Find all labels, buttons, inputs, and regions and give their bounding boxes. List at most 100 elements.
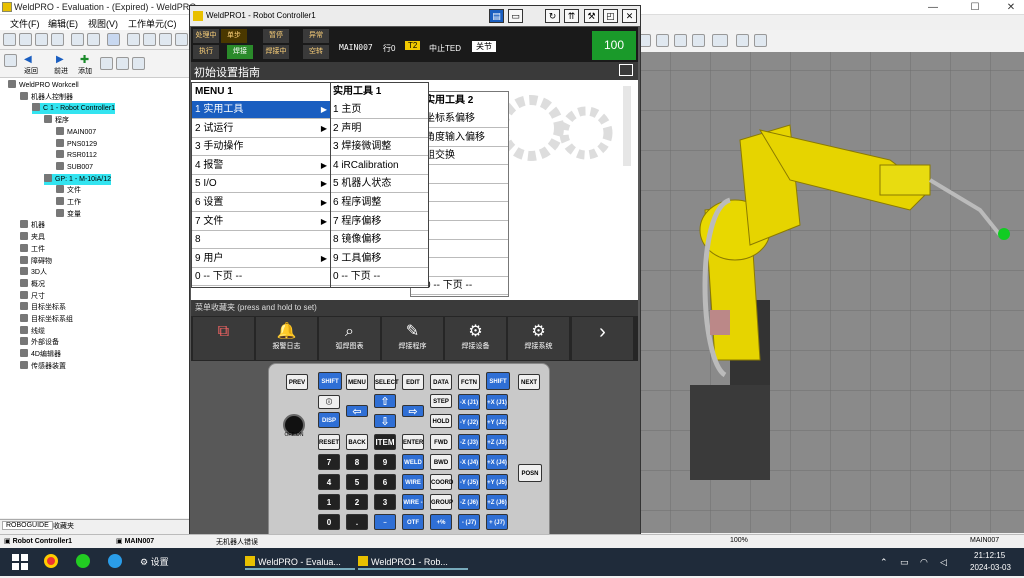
menu-view[interactable]: 视图(V) [88,17,118,30]
key-jog-plus[interactable]: +X (J1) [486,394,508,410]
light-icon[interactable] [127,33,140,46]
tray-up-icon[interactable]: ⌃ [880,554,888,570]
key-posn-side[interactable]: POSN [518,464,542,482]
menu-item[interactable]: 3 手动操作 [192,138,330,157]
key-data[interactable]: DATA [430,374,452,390]
undo-icon[interactable] [71,33,84,46]
key-hold[interactable]: HOLD [430,414,452,428]
tab-roboguide[interactable]: ROBOGUIDE [2,521,53,530]
tree-item[interactable]: GP: 1 - M-10iA/12 [44,173,112,185]
tree-item[interactable]: 概况 [20,278,45,290]
tree-item[interactable]: C 1 - Robot Controller1 [32,103,115,115]
minimize-icon[interactable]: — [920,0,946,15]
override-value[interactable]: 100 [592,31,636,60]
split-screen-icon[interactable] [619,64,633,76]
menu-item[interactable]: 0 -- 下页 -- [192,268,330,287]
app-green-icon[interactable] [76,554,90,568]
info-icon[interactable] [754,34,767,47]
tree-item[interactable]: 外部设备 [20,337,59,348]
menu-item[interactable]: 0 -- 下页 -- [330,268,428,287]
menu-edit[interactable]: 编辑(E) [48,17,78,30]
pendant-wrench-icon[interactable]: ⚒ [584,9,599,23]
zoom-icon[interactable] [143,33,156,46]
key-digit[interactable]: 6 [374,474,396,490]
windows-start-icon[interactable] [12,554,28,570]
help-icon[interactable] [132,57,145,70]
key-arrow-up[interactable]: ⇧ [374,394,396,408]
tray-volume-icon[interactable]: ◁ [940,554,947,570]
key-digit[interactable]: 1 [318,494,340,510]
menu-item[interactable]: 9 工具偏移 [330,249,428,268]
menu-item[interactable]: 5 I/O ▶ [192,175,330,194]
list-icon[interactable] [100,57,113,70]
open-icon[interactable] [19,33,32,46]
pendant-close-icon[interactable]: ✕ [622,9,637,23]
key-digit[interactable]: 7 [318,454,340,470]
redo-icon[interactable] [87,33,100,46]
fk-alarm-log[interactable]: 🔔 报警日志 [256,317,317,360]
key-next[interactable]: NEXT [518,374,540,390]
taskbar-settings[interactable]: ⚙ 设置 [140,554,169,570]
key-digit[interactable]: . [346,514,368,530]
key-jog-minus[interactable]: -Z (J6) [458,494,480,510]
key-shift-right[interactable]: SHIFT [486,372,510,390]
body-scrollbar[interactable] [623,86,631,166]
fk-weld-equipment[interactable]: ⚙ 焊接设备 [445,317,506,360]
taskbar-pendant[interactable]: WeldPRO1 - Rob... [358,554,468,570]
key-digit[interactable]: 9 [374,454,396,470]
back-button[interactable]: 返回 [24,66,38,76]
key-jog-plus[interactable]: +X (J4) [486,454,508,470]
key-select[interactable]: SELECT [374,374,399,390]
online-icon[interactable] [712,34,728,47]
key-digit[interactable]: 5 [346,474,368,490]
tab-favorites[interactable]: 收藏夹 [50,521,77,531]
menu-item[interactable]: 1 实用工具 ▶ [192,101,330,119]
settings-icon[interactable] [736,34,749,47]
pendant-pin-icon[interactable]: ⇈ [564,9,579,23]
menu-cell[interactable]: 工作单元(C) [128,17,177,30]
key-digit[interactable]: 4 [318,474,340,490]
pendant-lock-icon[interactable]: ◰ [603,9,618,23]
key-enter[interactable]: ENTER [402,434,424,450]
back-arrow-icon[interactable]: ◀ [24,54,32,65]
key-digit[interactable]: 2 [346,494,368,510]
save-icon[interactable] [51,33,64,46]
key-otf[interactable]: OTF [402,514,424,530]
key-info[interactable]: ⓘ [318,395,340,409]
menu-item[interactable]: 6 设置 ▶ [192,194,330,212]
tray-network-icon[interactable]: ▭ [900,554,909,570]
tree-item[interactable]: 机器 [20,220,45,231]
forward-button[interactable]: 前进 [54,66,68,76]
maximize-icon[interactable]: ☐ [962,0,988,15]
tree-item[interactable]: 变量 [56,208,81,220]
tree-item[interactable]: PNS0129 [56,138,97,150]
tree-item[interactable]: 文件 [56,185,81,196]
tree-item[interactable]: 夹具 [20,232,45,243]
move-icon[interactable] [656,34,669,47]
key-digit[interactable]: 0 [318,514,340,530]
key-jog-minus[interactable]: -Z (J3) [458,434,480,450]
refresh-icon[interactable] [116,57,129,70]
chrome-icon[interactable] [44,554,58,568]
tree-item[interactable]: 工件 [20,243,45,255]
tray-wifi-icon[interactable]: ◠ [920,554,928,570]
menu-item[interactable]: 2 试运行 ▶ [192,119,330,138]
folder-icon[interactable] [35,33,48,46]
key-prev[interactable]: PREV [286,374,308,390]
menu-file[interactable]: 文件(F) [10,17,40,30]
key-jog-plus[interactable]: +Z (J6) [486,494,508,510]
menu-item[interactable]: 5 机器人状态 [330,175,428,194]
tp-icon[interactable] [107,33,120,46]
key-jog-plus[interactable]: + (J7) [486,514,508,530]
key-fwd[interactable]: FWD [430,434,452,450]
menu-item[interactable]: 8 镜像偏移 [330,231,428,250]
menu-item[interactable]: 3 焊接微调整 [330,138,428,157]
add-icon[interactable]: ✚ [80,53,89,66]
key-coord[interactable]: COORD [430,474,453,490]
tree-item[interactable]: 障碍物 [20,255,52,267]
key-backspace[interactable]: BACK SPACE [346,434,368,462]
key-arrow-down[interactable]: ⇩ [374,414,396,428]
zoom-fit-icon[interactable] [159,33,172,46]
key-step[interactable]: STEP [430,394,452,408]
key-item[interactable]: ITEM [374,434,396,450]
